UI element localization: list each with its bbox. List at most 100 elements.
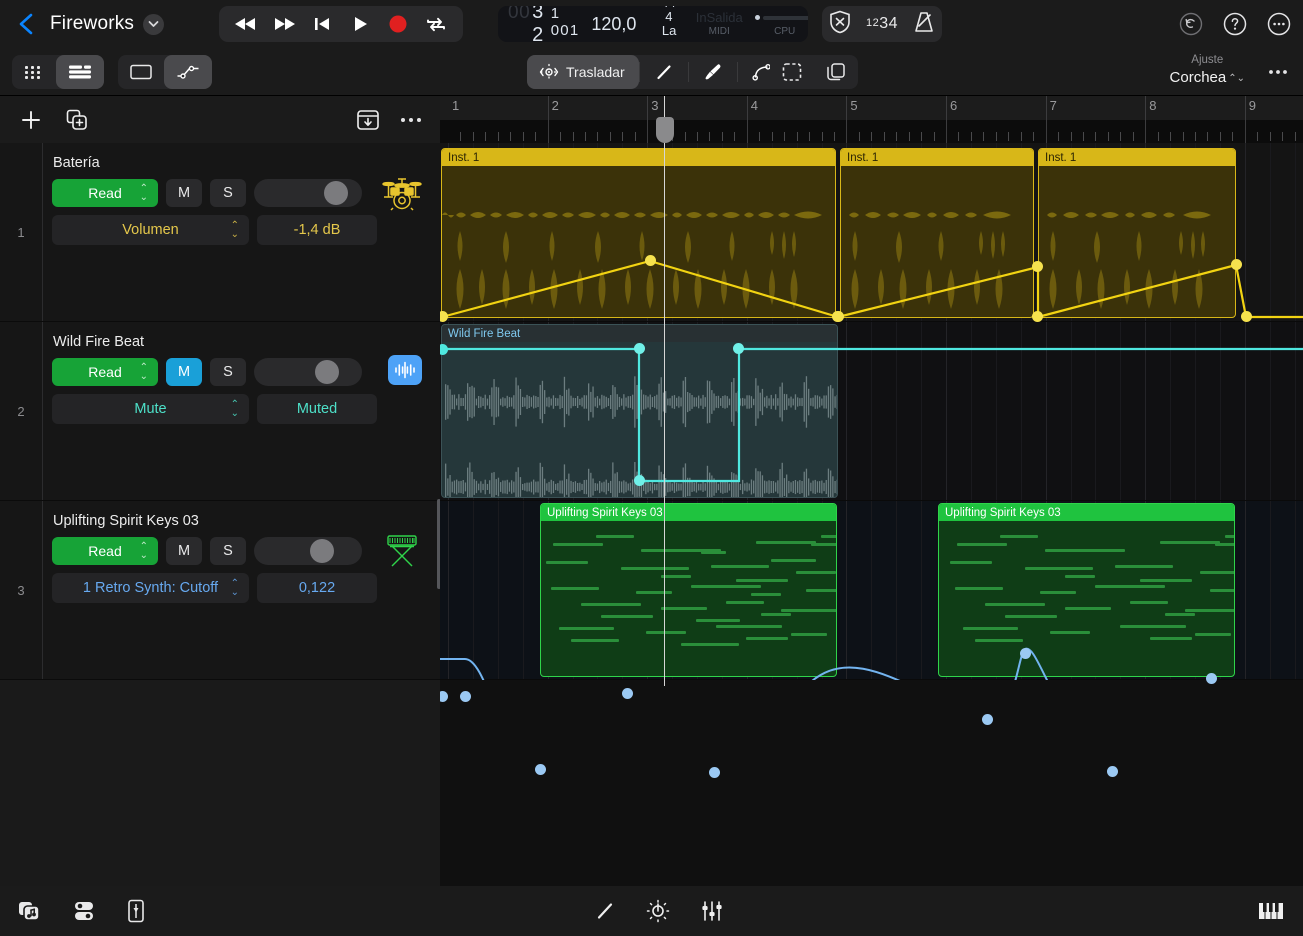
plugin-icon[interactable] bbox=[126, 899, 146, 923]
count-in-value[interactable]: 1234 bbox=[866, 15, 898, 33]
snap-setting[interactable]: Ajuste Corchea⌃⌄ bbox=[1170, 53, 1245, 88]
automation-point[interactable] bbox=[634, 343, 645, 354]
slider-knob[interactable] bbox=[315, 360, 339, 384]
region-inst1-c[interactable]: Inst. 1 bbox=[1038, 148, 1236, 318]
automation-point[interactable] bbox=[1032, 311, 1043, 322]
playhead[interactable] bbox=[664, 96, 665, 686]
parameter-value[interactable]: Muted bbox=[257, 394, 377, 424]
volume-slider[interactable] bbox=[254, 358, 362, 386]
chevron-down-icon[interactable] bbox=[143, 14, 164, 35]
automation-mode-button[interactable]: Read ⌃⌄ bbox=[52, 179, 158, 207]
lcd-time-signature[interactable]: 4 / 4 La men bbox=[648, 6, 689, 42]
lane-track3[interactable]: Uplifting Spirit Keys 03 Uplifting Spiri… bbox=[440, 501, 1303, 680]
lcd-position[interactable]: 00 3 2 1 001 bbox=[498, 6, 579, 42]
track-row[interactable]: 3 Uplifting Spirit Keys 03 Read ⌃⌄ M S bbox=[0, 501, 440, 680]
grid-line-sub bbox=[896, 501, 897, 679]
region-keys-b[interactable]: Uplifting Spirit Keys 03 bbox=[938, 503, 1235, 677]
pencil-tool-icon[interactable] bbox=[640, 55, 688, 89]
track-list-view-icon[interactable] bbox=[56, 55, 104, 89]
automation-point[interactable] bbox=[1241, 311, 1252, 322]
tuner-icon[interactable] bbox=[646, 899, 670, 923]
rewind-icon[interactable] bbox=[227, 7, 265, 41]
automation-point[interactable] bbox=[1020, 648, 1031, 659]
automation-point[interactable] bbox=[622, 688, 633, 699]
collapse-tracks-icon[interactable] bbox=[355, 107, 381, 133]
beat-tick bbox=[934, 132, 935, 141]
lcd-display[interactable]: 00 3 2 1 001 120,0 4 / 4 La men InSalida… bbox=[498, 6, 808, 42]
lane-track1[interactable]: Inst. 1 bbox=[440, 143, 1303, 322]
automation-mode-button[interactable]: Read ⌃⌄ bbox=[52, 358, 158, 386]
mute-button[interactable]: M bbox=[166, 537, 202, 565]
automation-point[interactable] bbox=[733, 343, 744, 354]
region-inst1-b[interactable]: Inst. 1 bbox=[840, 148, 1034, 318]
parameter-select[interactable]: Mute ⌃⌄ bbox=[52, 394, 249, 424]
skip-to-start-icon[interactable] bbox=[303, 7, 341, 41]
solo-button[interactable]: S bbox=[210, 358, 246, 386]
duplicate-icon[interactable] bbox=[814, 55, 858, 89]
more-options-icon[interactable] bbox=[1267, 12, 1291, 36]
slider-knob[interactable] bbox=[324, 181, 348, 205]
automation-point[interactable] bbox=[982, 714, 993, 725]
loop-browser-icon[interactable] bbox=[18, 900, 44, 922]
automation-point[interactable] bbox=[535, 764, 546, 775]
audio-waveform-icon[interactable] bbox=[388, 355, 422, 385]
back-chevron-icon[interactable] bbox=[16, 11, 38, 37]
volume-slider[interactable] bbox=[254, 537, 362, 565]
mute-button[interactable]: M bbox=[166, 358, 202, 386]
fast-forward-icon[interactable] bbox=[265, 7, 303, 41]
track-row[interactable]: 1 Batería Read ⌃⌄ M S bbox=[0, 143, 440, 322]
automation-mode-icon[interactable] bbox=[164, 55, 212, 89]
parameter-value[interactable]: 0,122 bbox=[257, 573, 377, 603]
mixer-toggle-icon[interactable] bbox=[72, 900, 98, 922]
marquee-select-icon[interactable] bbox=[770, 55, 814, 89]
lcd-tempo[interactable]: 120,0 bbox=[579, 14, 648, 35]
lane-track2[interactable]: Wild Fire Beat bbox=[440, 322, 1303, 501]
cycle-loop-icon[interactable] bbox=[417, 7, 455, 41]
parameter-select[interactable]: Volumen ⌃⌄ bbox=[52, 215, 249, 245]
track-row[interactable]: 2 Wild Fire Beat Read ⌃⌄ M S bbox=[0, 322, 440, 501]
more-options-icon[interactable] bbox=[398, 107, 424, 133]
automation-point[interactable] bbox=[1032, 261, 1043, 272]
ruler[interactable]: 123456789 bbox=[440, 96, 1303, 143]
play-icon[interactable] bbox=[341, 7, 379, 41]
mute-button[interactable]: M bbox=[166, 179, 202, 207]
automation-mode-button[interactable]: Read ⌃⌄ bbox=[52, 537, 158, 565]
move-tool-icon[interactable]: Trasladar bbox=[527, 55, 639, 89]
add-track-icon[interactable] bbox=[18, 107, 44, 133]
automation-point[interactable] bbox=[833, 311, 844, 322]
undo-icon[interactable] bbox=[1179, 12, 1203, 36]
region-mode-icon[interactable] bbox=[118, 55, 164, 89]
metronome-count-off-icon[interactable] bbox=[829, 10, 851, 39]
automation-point[interactable] bbox=[645, 255, 656, 266]
solo-button[interactable]: S bbox=[210, 179, 246, 207]
parameter-value[interactable]: -1,4 dB bbox=[257, 215, 377, 245]
playhead-handle[interactable] bbox=[656, 117, 674, 143]
piano-keyboard-icon[interactable] bbox=[1257, 900, 1285, 922]
more-options-icon[interactable] bbox=[1267, 62, 1289, 87]
automation-point[interactable] bbox=[440, 691, 448, 702]
automation-point[interactable] bbox=[1107, 766, 1118, 777]
duplicate-track-icon[interactable] bbox=[64, 107, 90, 133]
automation-point[interactable] bbox=[1231, 259, 1242, 270]
slider-knob[interactable] bbox=[310, 539, 334, 563]
grid-view-icon[interactable] bbox=[12, 55, 56, 89]
parameter-select[interactable]: 1 Retro Synth: Cutoff ⌃⌄ bbox=[52, 573, 249, 603]
help-icon[interactable] bbox=[1223, 12, 1247, 36]
region-title: Wild Fire Beat bbox=[442, 325, 837, 342]
automation-point[interactable] bbox=[460, 691, 471, 702]
brush-tool-icon[interactable] bbox=[689, 55, 737, 89]
region-keys-a[interactable]: Uplifting Spirit Keys 03 bbox=[540, 503, 837, 677]
solo-button[interactable]: S bbox=[210, 537, 246, 565]
region-inst1-a[interactable]: Inst. 1 bbox=[441, 148, 836, 318]
automation-point[interactable] bbox=[634, 475, 645, 486]
automation-point[interactable] bbox=[709, 767, 720, 778]
automation-point[interactable] bbox=[440, 311, 448, 322]
faders-icon[interactable] bbox=[700, 900, 724, 922]
pencil-tool-icon[interactable] bbox=[594, 900, 616, 922]
metronome-icon[interactable] bbox=[913, 10, 935, 39]
record-icon[interactable] bbox=[379, 7, 417, 41]
track-controls: Read ⌃⌄ M S bbox=[52, 358, 362, 386]
volume-slider[interactable] bbox=[254, 179, 362, 207]
automation-point[interactable] bbox=[1206, 673, 1217, 684]
grid-line-sub bbox=[498, 501, 499, 679]
